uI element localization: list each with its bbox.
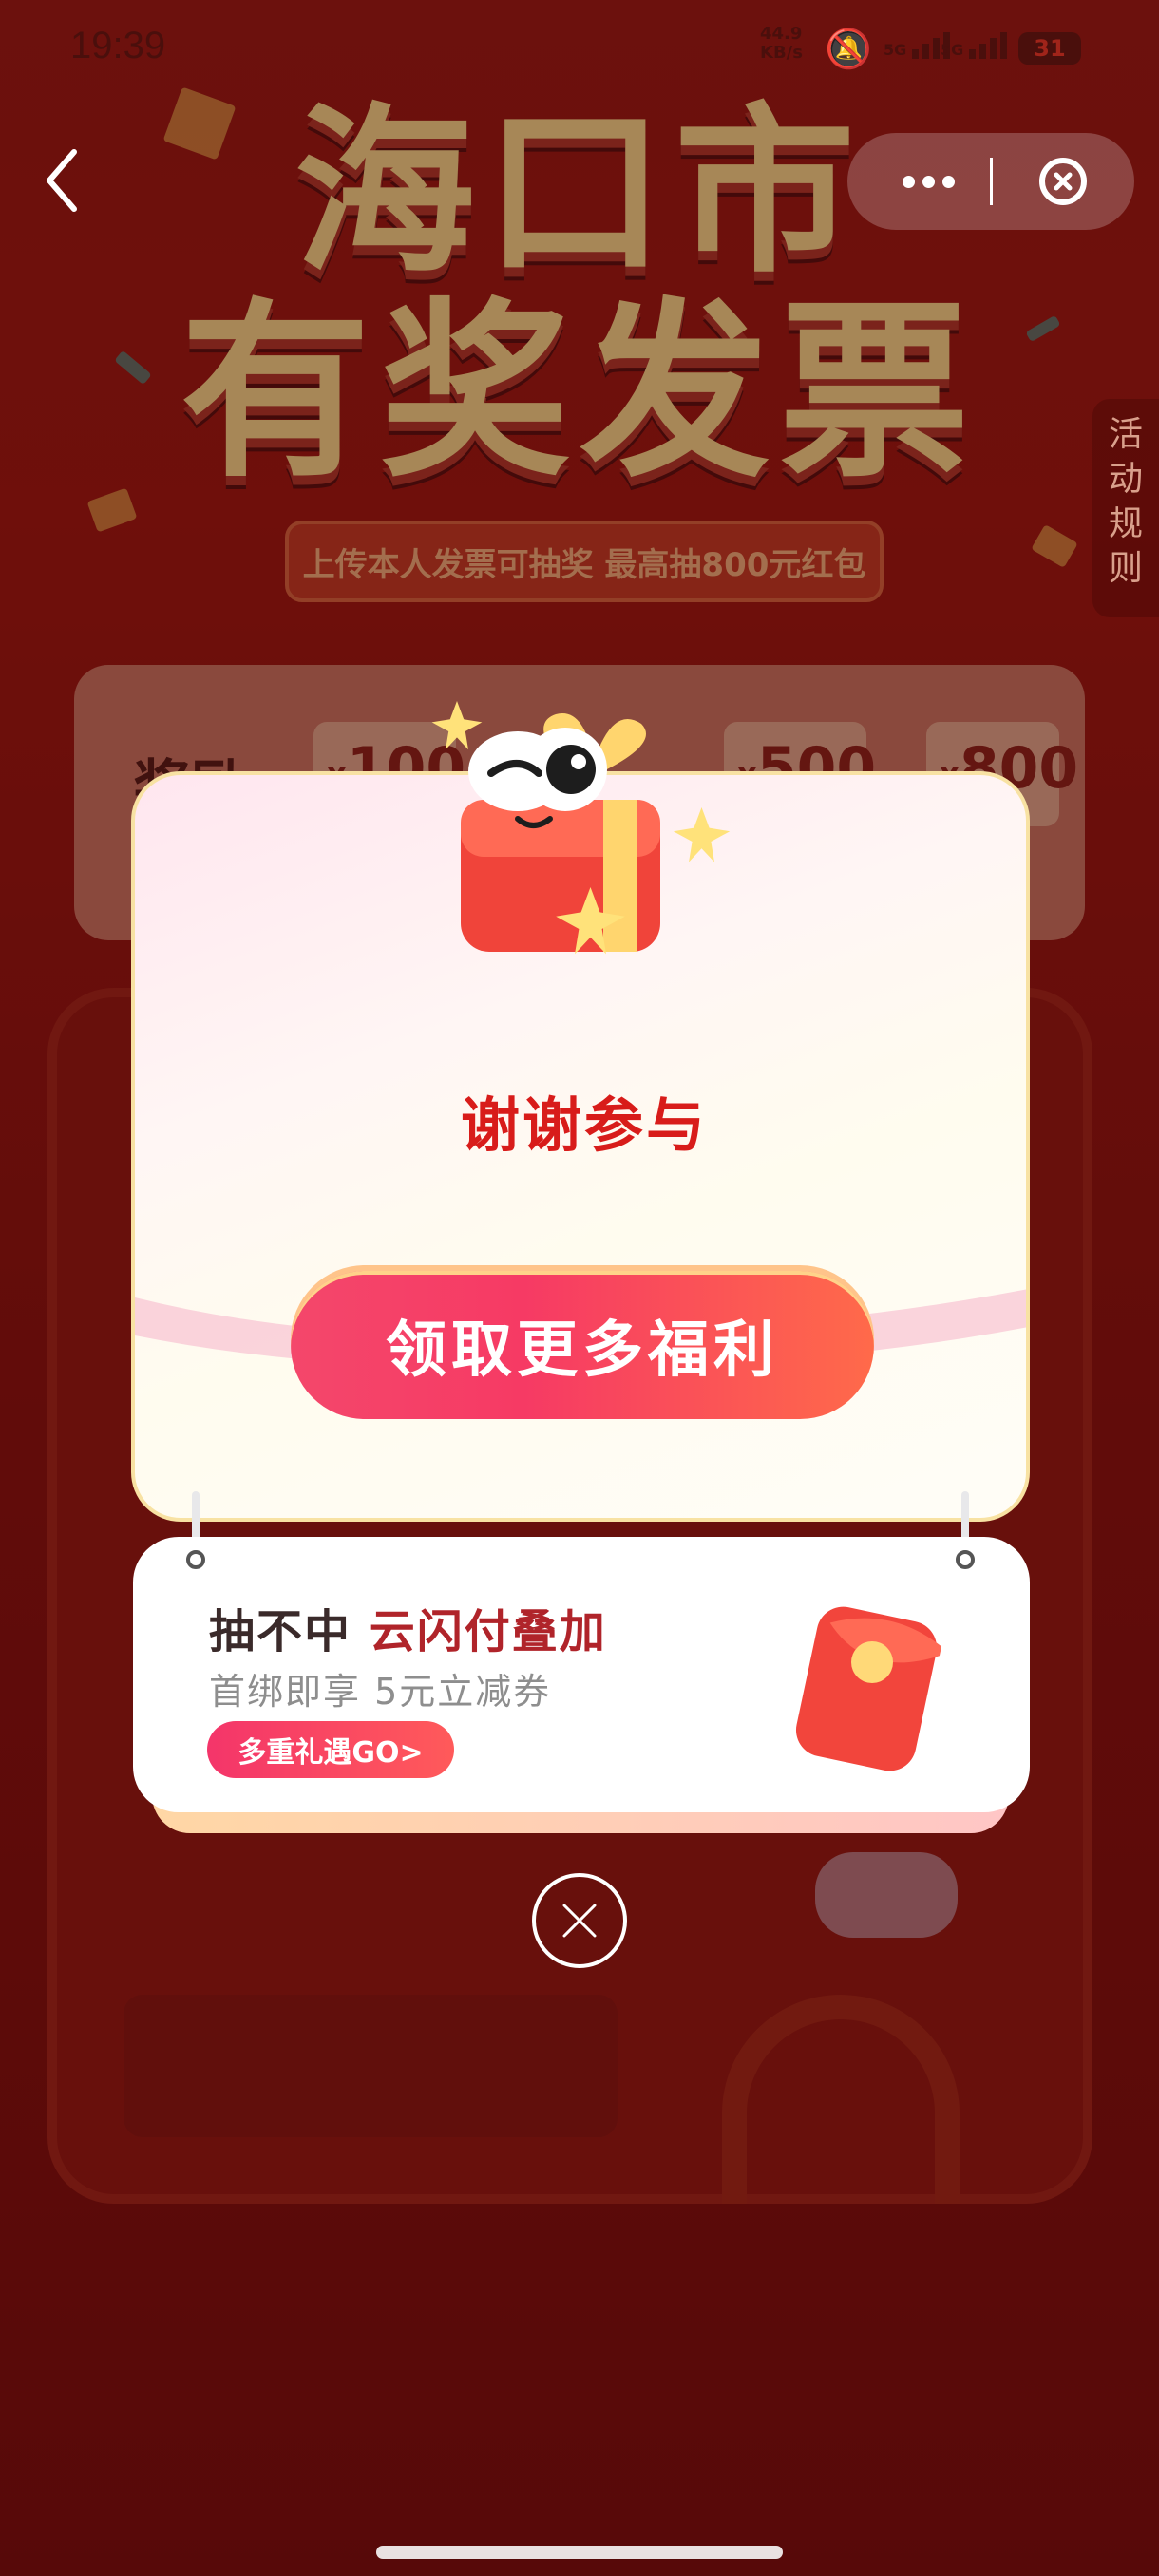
mini-program-capsule bbox=[847, 133, 1134, 230]
promo-go-button[interactable]: 多重礼遇GO> bbox=[207, 1721, 454, 1778]
more-button[interactable] bbox=[876, 154, 980, 209]
string-ring bbox=[956, 1550, 975, 1569]
back-button[interactable] bbox=[40, 142, 87, 218]
close-circle-icon bbox=[1054, 172, 1073, 191]
gift-mascot-icon bbox=[431, 701, 731, 955]
promo-description: 首绑即享 5元立减券 bbox=[209, 1671, 552, 1713]
string-ring bbox=[186, 1550, 205, 1569]
result-title: 谢谢参与 bbox=[460, 1090, 708, 1160]
promo-title: 抽不中 云闪付叠加 bbox=[209, 1605, 607, 1658]
mute-icon: 🔕 bbox=[825, 28, 872, 71]
capsule-divider bbox=[990, 158, 993, 205]
status-bar: 19:39 44.9 KB/s 🔕 5G 5G 31 bbox=[0, 0, 1159, 95]
activity-rules-tab[interactable]: 活动规则 bbox=[1092, 399, 1159, 617]
network-speed: 44.9 KB/s bbox=[760, 24, 803, 63]
unionpay-promo-card[interactable]: 抽不中 云闪付叠加 首绑即享 5元立减券 多重礼遇GO> bbox=[133, 1537, 1030, 1812]
red-envelope-icon bbox=[795, 1606, 940, 1771]
more-dots-icon bbox=[902, 175, 915, 188]
claim-more-benefits-button[interactable]: 领取更多福利 bbox=[291, 1271, 874, 1419]
close-icon bbox=[562, 1904, 597, 1938]
back-chevron-icon bbox=[47, 149, 77, 212]
home-indicator[interactable] bbox=[376, 2546, 783, 2559]
close-modal-button[interactable] bbox=[532, 1873, 627, 1968]
battery-icon: 31 bbox=[1018, 32, 1081, 65]
close-mini-program-button[interactable] bbox=[1039, 158, 1087, 205]
signal-icon: 5G bbox=[940, 32, 1008, 59]
status-time: 19:39 bbox=[70, 25, 166, 66]
